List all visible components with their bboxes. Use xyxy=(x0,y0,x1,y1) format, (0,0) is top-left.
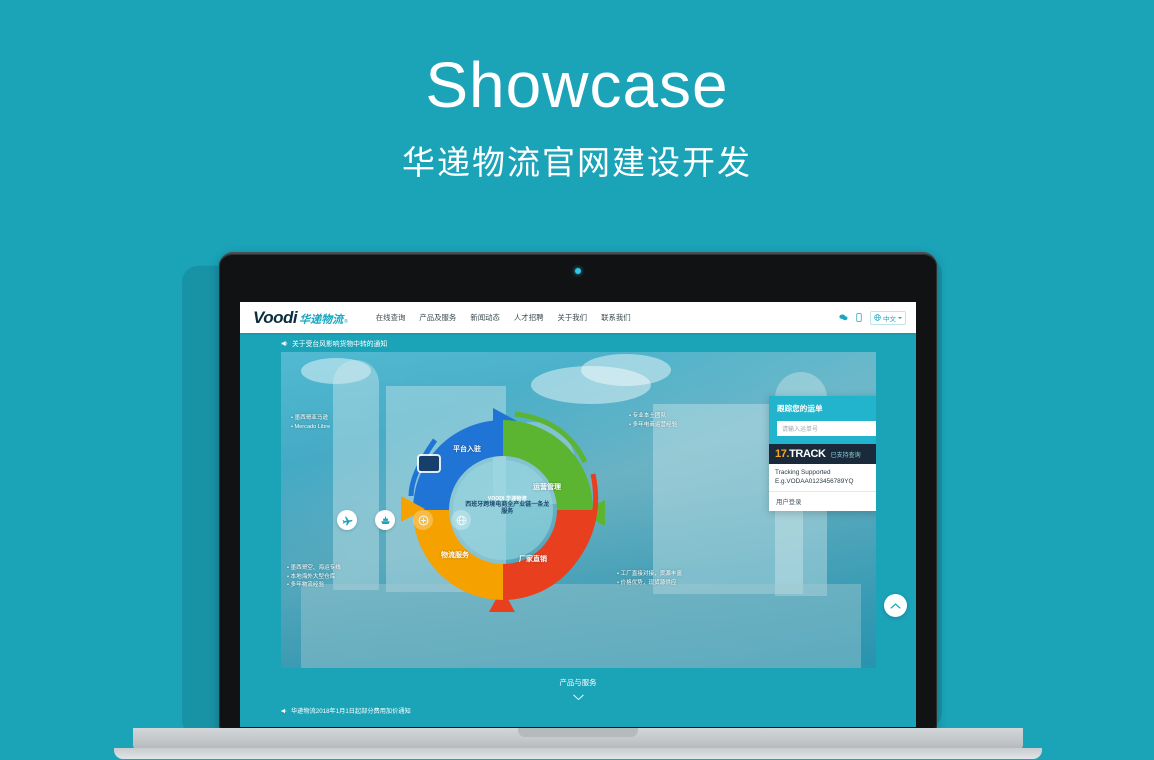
nav-item-contact-us[interactable]: 联系我们 xyxy=(601,312,631,323)
building-decoration xyxy=(333,360,379,590)
mobile-icon[interactable] xyxy=(856,313,862,322)
nav-item-careers[interactable]: 人才招聘 xyxy=(514,312,544,323)
cycle-label-platform: 平台入驻 xyxy=(453,446,481,453)
hero-banner: • 墨西哥亚马逊 • Mercado Libre • 专业本土团队 • 多年电商… xyxy=(281,352,876,668)
airplane-icon[interactable] xyxy=(337,510,357,530)
nav-item-products-services[interactable]: 产品及服务 xyxy=(419,312,456,323)
site-nav-utilities: 中文 xyxy=(839,302,906,333)
tracking-title: 跟踪您的运单 xyxy=(777,404,823,413)
megaphone-icon xyxy=(281,340,288,346)
site-navbar: Voodi 华递物流 ® 在线查询 产品及服务 新闻动态 人才招聘 关于我们 联… xyxy=(240,302,916,333)
nav-item-online-query[interactable]: 在线查询 xyxy=(376,312,406,323)
hero-annotation-bottom-right: • 工厂直接对接，货源丰富 • 价格优势，现货源供应 xyxy=(617,571,683,586)
hero-annotation-top-right: • 专业本土团队 • 多年电商运营经验 xyxy=(629,413,678,428)
tracking-panel-header: 跟踪您的运单 请输入运单号 xyxy=(769,396,876,444)
cycle-brand-line: VOODI 华递物流 xyxy=(487,495,527,502)
tracking-supported-line2: E.g.VODAA0123456789YQ xyxy=(775,478,854,486)
transport-mode-icons xyxy=(337,510,471,530)
hero-annotation-bottom-left: • 墨西哥空、海运专线 • 本地海外大型仓库 • 多年物流经验 xyxy=(287,565,341,589)
scroll-to-top-button[interactable] xyxy=(884,594,907,617)
website-viewport: Voodi 华递物流 ® 在线查询 产品及服务 新闻动态 人才招聘 关于我们 联… xyxy=(240,302,916,727)
hero-annotation-top-left: • 墨西哥亚马逊 • Mercado Libre xyxy=(291,415,331,430)
brand-chinese: 华递物流 xyxy=(299,313,344,326)
cycle-label-logistics: 物流服务 xyxy=(441,552,469,559)
partner-17track-banner: 17.TRACK 已支持查询 xyxy=(769,444,876,464)
chevron-down-icon xyxy=(572,694,584,701)
partner-logo: 17.TRACK xyxy=(775,448,826,460)
tracking-panel: 跟踪您的运单 请输入运单号 17.TRACK 已支持查询 Tracking Su… xyxy=(769,396,876,511)
camera-dot-icon xyxy=(575,268,581,274)
user-login-label: 用户登录 xyxy=(776,498,802,506)
laptop-screen: Voodi 华递物流 ® 在线查询 产品及服务 新闻动态 人才招聘 关于我们 联… xyxy=(240,302,916,727)
partner-note: 已支持查询 xyxy=(830,452,861,459)
cycle-label-operations: 运营管理 xyxy=(533,484,561,491)
user-login-row[interactable]: 用户登录 › xyxy=(769,490,876,511)
plus-icon[interactable] xyxy=(413,510,433,530)
language-label: 中文 xyxy=(883,315,896,323)
announcement-ticker-bottom[interactable]: 华递物流2018年1月1日起部分费用加价通知 xyxy=(281,706,411,715)
products-label-text: 产品与服务 xyxy=(559,678,597,687)
partner-logo-word: TRACK xyxy=(789,448,826,460)
site-nav-links: 在线查询 产品及服务 新闻动态 人才招聘 关于我们 联系我们 xyxy=(376,312,631,323)
cycle-center-text: VOODI 华递物流 西班牙跨境电商全产业链一条龙服务 xyxy=(464,495,550,517)
tracking-number-input[interactable]: 请输入运单号 xyxy=(777,421,876,436)
chevron-down-icon xyxy=(898,316,902,319)
nav-item-about-us[interactable]: 关于我们 xyxy=(557,312,587,323)
megaphone-icon xyxy=(281,708,287,713)
monitor-icon xyxy=(419,456,439,471)
laptop-lid: Voodi 华递物流 ® 在线查询 产品及服务 新闻动态 人才招聘 关于我们 联… xyxy=(219,252,937,730)
chevron-up-icon xyxy=(890,602,901,609)
language-selector[interactable]: 中文 xyxy=(870,310,906,325)
ship-icon[interactable] xyxy=(375,510,395,530)
laptop-foot xyxy=(114,748,1042,759)
ticker-bottom-text: 华递物流2018年1月1日起部分费用加价通知 xyxy=(291,708,411,715)
announcement-ticker-top[interactable]: 关于受台风影响货物中转的通知 xyxy=(281,338,387,348)
tracking-supported-line1: Tracking Supported xyxy=(775,469,831,476)
globe-icon xyxy=(874,314,881,321)
globe-icon[interactable] xyxy=(451,510,471,530)
laptop-trackpad-notch xyxy=(518,728,638,737)
tracking-input-placeholder: 请输入运单号 xyxy=(782,427,819,433)
cycle-label-factory-direct: 厂家直销 xyxy=(519,556,547,563)
nav-item-news[interactable]: 新闻动态 xyxy=(470,312,500,323)
tracking-supported-info: Tracking Supported E.g.VODAA0123456789YQ xyxy=(769,464,876,491)
site-logo[interactable]: Voodi 华递物流 ® xyxy=(253,308,348,328)
laptop-base xyxy=(133,728,1023,750)
cloud-decoration xyxy=(581,354,671,386)
ticker-top-text: 关于受台风影响货物中转的通知 xyxy=(292,341,388,348)
partner-logo-number: 17. xyxy=(775,448,790,460)
chat-icon[interactable] xyxy=(839,313,848,322)
brand-latin: Voodi xyxy=(253,307,298,327)
cycle-desc-line: 西班牙跨境电商全产业链一条龙服务 xyxy=(465,501,550,516)
brand-registered-mark: ® xyxy=(344,318,348,325)
laptop-mockup: Voodi 华递物流 ® 在线查询 产品及服务 新闻动态 人才招聘 关于我们 联… xyxy=(0,0,1154,760)
products-section-label[interactable]: 产品与服务 xyxy=(240,677,916,706)
